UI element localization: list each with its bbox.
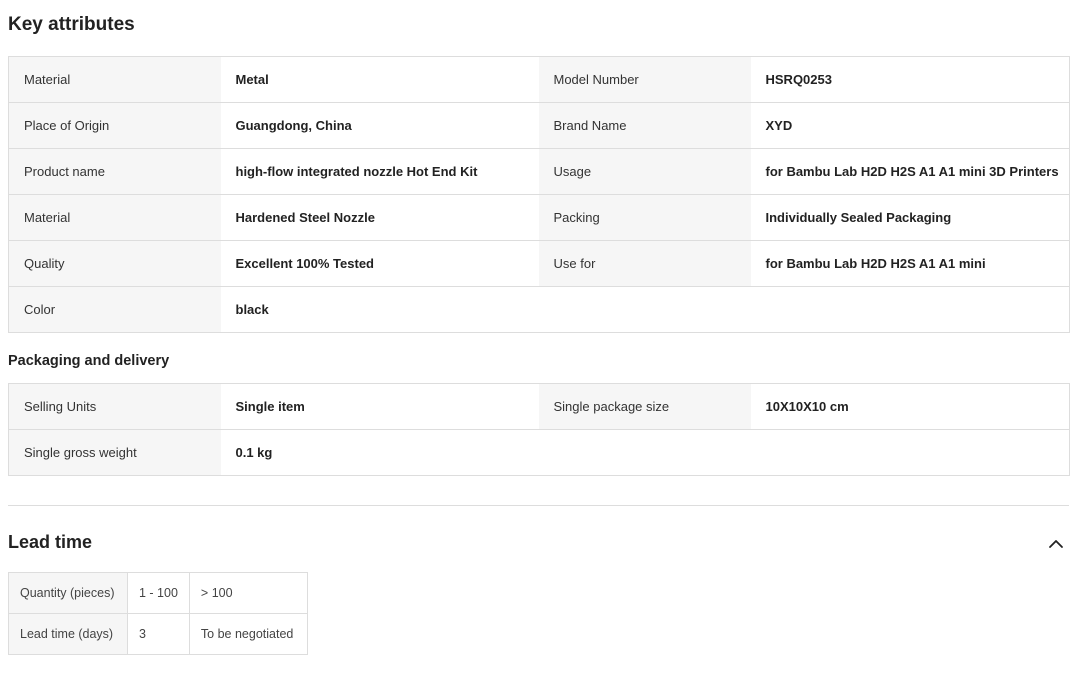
key-attributes-table: Material Metal Model Number HSRQ0253 Pla… [8, 56, 1070, 333]
attribute-label: Place of Origin [8, 102, 221, 149]
attribute-row: Material Hardened Steel Nozzle Packing I… [8, 194, 1070, 241]
section-divider [8, 505, 1069, 506]
attribute-row: Color black [8, 286, 1070, 333]
attribute-value: for Bambu Lab H2D H2S A1 A1 mini [750, 240, 1070, 287]
attribute-label: Brand Name [538, 102, 751, 149]
attribute-row: Place of Origin Guangdong, China Brand N… [8, 102, 1070, 149]
attribute-value: for Bambu Lab H2D H2S A1 A1 mini 3D Prin… [750, 148, 1070, 195]
attribute-row: Material Metal Model Number HSRQ0253 [8, 56, 1070, 103]
attribute-row: Single gross weight 0.1 kg [8, 429, 1070, 476]
attribute-label: Material [8, 194, 221, 241]
attribute-label: Single package size [538, 383, 751, 430]
empty-cell [538, 429, 1070, 476]
attribute-value: Metal [220, 56, 539, 103]
attribute-label: Selling Units [8, 383, 221, 430]
packaging-table: Selling Units Single item Single package… [8, 383, 1070, 476]
attribute-value: black [220, 286, 539, 333]
attribute-value: Guangdong, China [220, 102, 539, 149]
attribute-label: Use for [538, 240, 751, 287]
attribute-label: Packing [538, 194, 751, 241]
lead-days-value: 3 [127, 613, 190, 655]
attribute-value: XYD [750, 102, 1070, 149]
attribute-value: Single item [220, 383, 539, 430]
quantity-label: Quantity (pieces) [8, 572, 128, 614]
attribute-value: 0.1 kg [220, 429, 539, 476]
attribute-label: Product name [8, 148, 221, 195]
lead-days-label: Lead time (days) [8, 613, 128, 655]
quantity-range: > 100 [188, 572, 308, 614]
attribute-value: high-flow integrated nozzle Hot End Kit [220, 148, 539, 195]
attribute-label: Usage [538, 148, 751, 195]
lead-days-value: To be negotiated [188, 613, 308, 655]
attribute-value: Excellent 100% Tested [220, 240, 539, 287]
attribute-row: Selling Units Single item Single package… [8, 383, 1070, 430]
key-attributes-title: Key attributes [8, 14, 135, 35]
attribute-label: Material [8, 56, 221, 103]
lead-time-title: Lead time [8, 532, 93, 552]
lead-time-row: Quantity (pieces) 1 - 100 > 100 [8, 572, 308, 614]
quantity-range: 1 - 100 [127, 572, 190, 614]
attribute-label: Single gross weight [8, 429, 221, 476]
product-details-page: Key attributes Material Metal Model Numb… [0, 0, 1080, 673]
packaging-title: Packaging and delivery [8, 353, 170, 369]
collapse-lead-time-button[interactable] [1044, 532, 1068, 556]
attribute-value: HSRQ0253 [750, 56, 1070, 103]
attribute-label: Quality [8, 240, 221, 287]
attribute-value: 10X10X10 cm [750, 383, 1070, 430]
attribute-row: Product name high-flow integrated nozzle… [8, 148, 1070, 195]
empty-cell [538, 286, 1070, 333]
chevron-up-icon [1049, 540, 1063, 548]
lead-time-row: Lead time (days) 3 To be negotiated [8, 613, 308, 655]
attribute-value: Hardened Steel Nozzle [220, 194, 539, 241]
attribute-value: Individually Sealed Packaging [750, 194, 1070, 241]
attribute-row: Quality Excellent 100% Tested Use for fo… [8, 240, 1070, 287]
attribute-label: Model Number [538, 56, 751, 103]
lead-time-table: Quantity (pieces) 1 - 100 > 100 Lead tim… [8, 572, 308, 655]
attribute-label: Color [8, 286, 221, 333]
